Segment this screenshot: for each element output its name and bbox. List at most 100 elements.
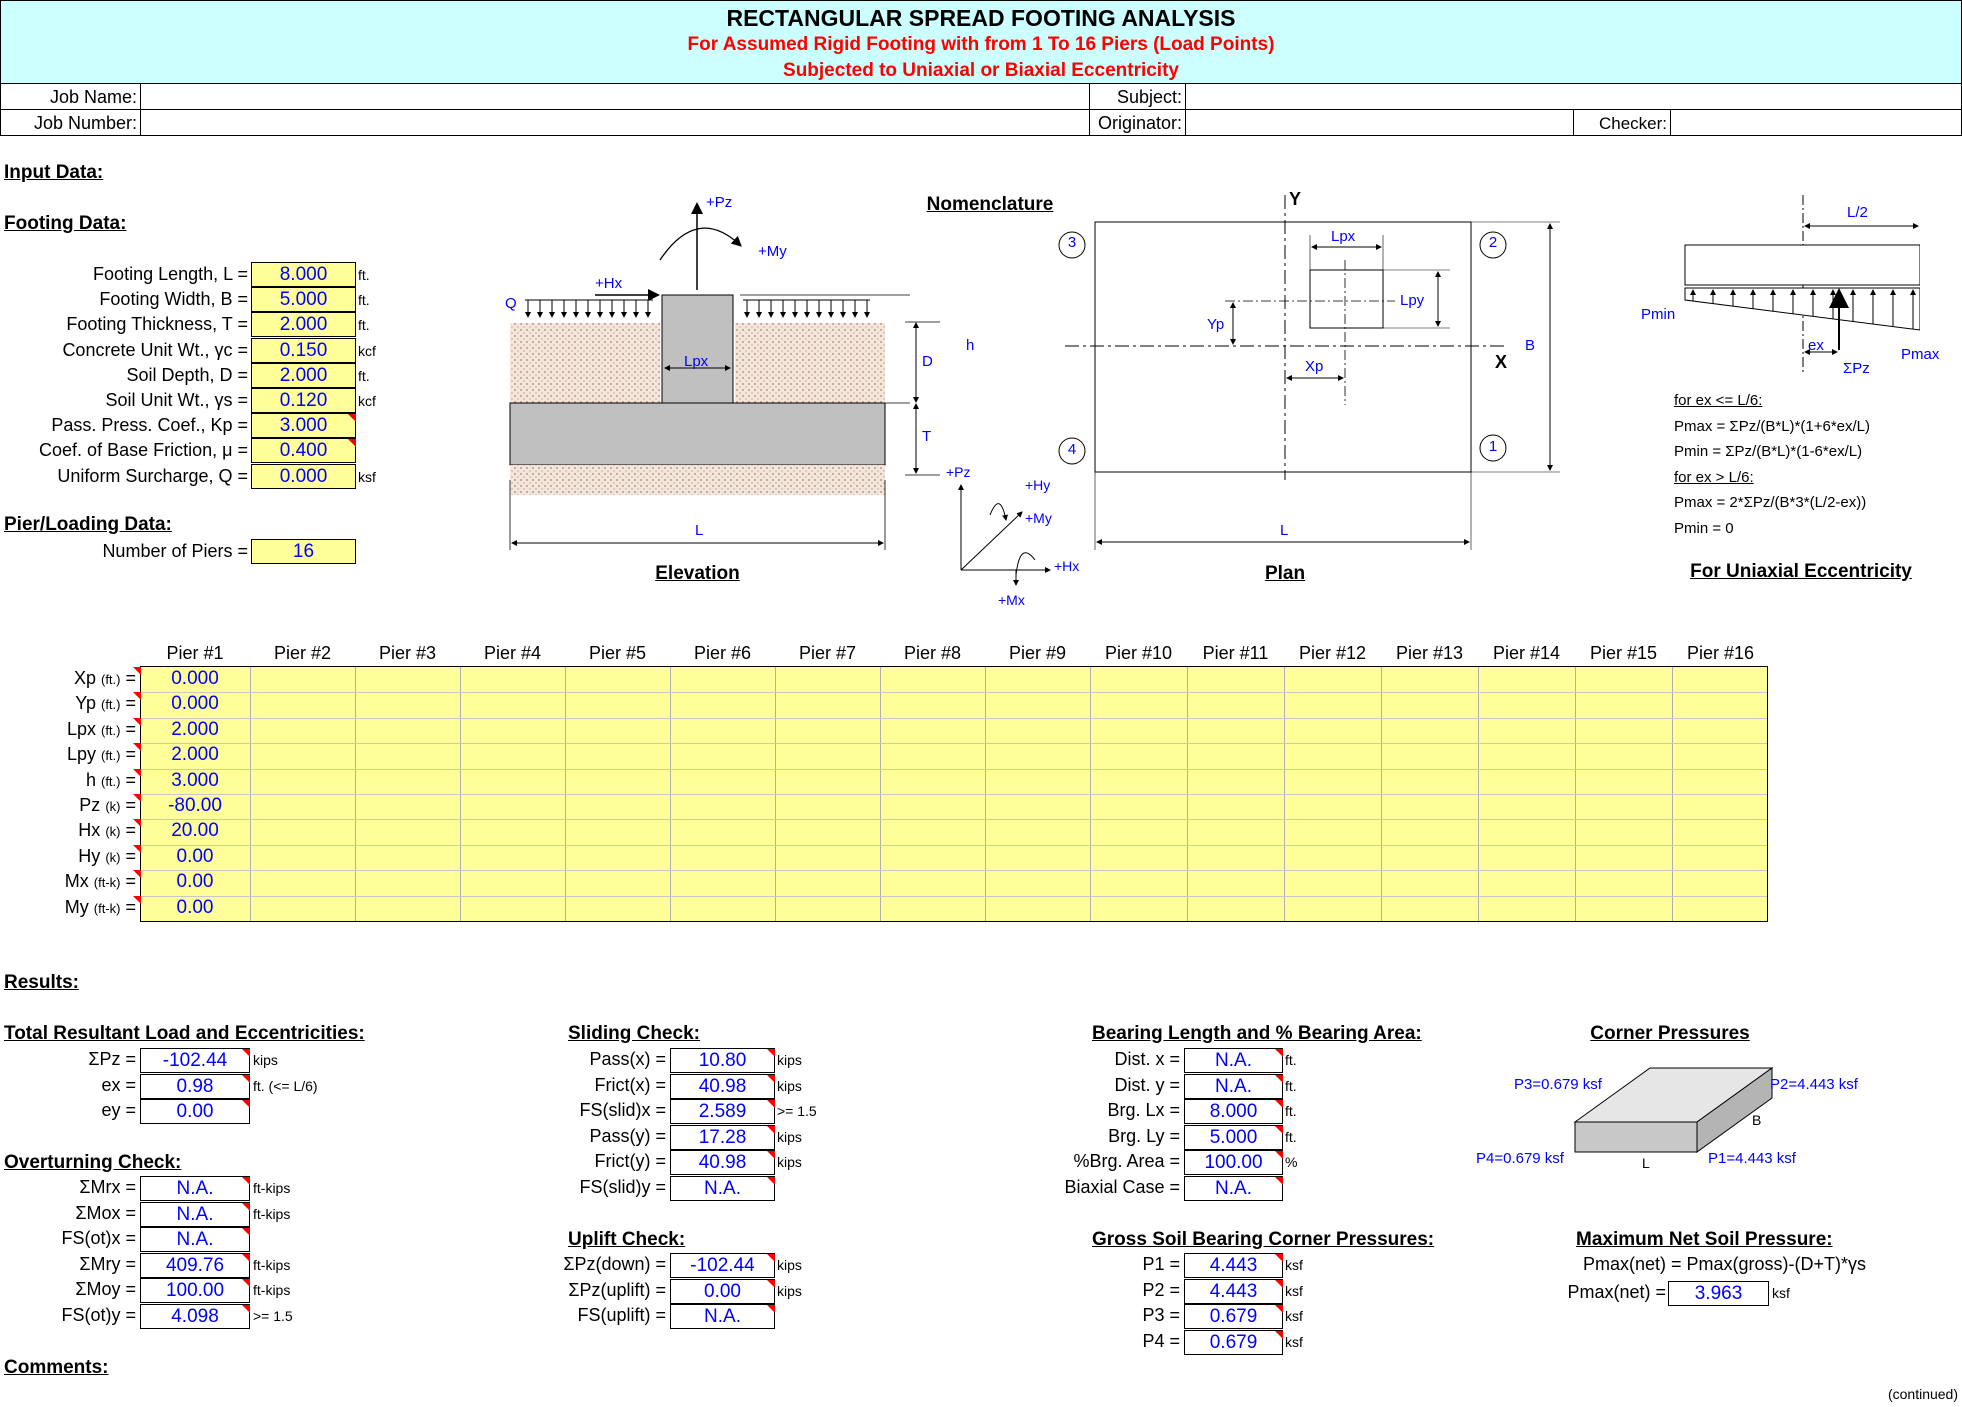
result-label: Frict(x) =	[594, 1074, 667, 1095]
result-value[interactable]: 2.589	[670, 1099, 775, 1125]
result-unit: ksf	[1285, 1257, 1303, 1273]
result-value[interactable]: N.A.	[140, 1201, 250, 1227]
job-number-field[interactable]	[142, 110, 1087, 134]
footing-input[interactable]: 0.150	[251, 337, 356, 363]
result-value[interactable]: -102.44	[140, 1048, 250, 1073]
result-unit: ft-kips	[253, 1180, 291, 1196]
ecc-l2-label: L/2	[1847, 204, 1868, 221]
uplift-heading: Uplift Check:	[568, 1229, 686, 1250]
result-value[interactable]: 0.00	[140, 1099, 250, 1125]
result-label: P4 =	[1142, 1330, 1180, 1351]
comment-indicator	[133, 667, 141, 675]
result-value[interactable]: 0.679	[1184, 1329, 1283, 1355]
axes-my-label: +My	[1025, 510, 1052, 526]
pier-1-value[interactable]: -80.00	[141, 794, 249, 817]
result-unit: ksf	[1285, 1333, 1303, 1350]
result-value[interactable]: 100.00	[1184, 1150, 1283, 1176]
axes-hx-label: +Hx	[1054, 558, 1080, 574]
result-value[interactable]: 409.76	[140, 1252, 250, 1278]
pier-1-value[interactable]: 0.00	[141, 896, 249, 919]
footing-unit: ft.	[358, 292, 370, 309]
comment-indicator	[242, 1279, 250, 1288]
result-value[interactable]: 0.98	[140, 1073, 250, 1099]
result-unit: %	[1285, 1154, 1298, 1171]
result-value[interactable]: 4.098	[140, 1304, 250, 1329]
footing-label: Soil Unit Wt., γs =	[105, 390, 248, 410]
pier-row-name: Lpx	[66, 718, 96, 739]
pier-1-value[interactable]: 2.000	[141, 718, 249, 741]
result-unit: kips	[777, 1282, 802, 1299]
result-value[interactable]: N.A.	[1184, 1176, 1283, 1201]
comment-indicator	[767, 1049, 775, 1057]
comment-indicator	[767, 1279, 775, 1288]
comment-indicator	[767, 1254, 775, 1262]
result-value[interactable]: N.A.	[670, 1176, 775, 1201]
comment-indicator	[767, 1100, 775, 1109]
pier-1-value[interactable]: 2.000	[141, 743, 249, 766]
net-pressure-value[interactable]: 3.963	[1668, 1281, 1769, 1306]
footing-input[interactable]: 2.000	[251, 312, 356, 338]
result-value[interactable]: N.A.	[140, 1227, 250, 1253]
result-label: ΣMrx =	[79, 1177, 136, 1197]
result-value[interactable]: 10.80	[670, 1048, 775, 1073]
pier-row-unit: (k)	[105, 849, 121, 865]
overturning-heading: Overturning Check:	[4, 1152, 182, 1173]
pier-1-value[interactable]: 20.00	[141, 819, 249, 842]
comment-indicator	[767, 1074, 775, 1083]
result-value[interactable]: N.A.	[1184, 1073, 1283, 1099]
net-pressure-formula: Pmax(net) = Pmax(gross)-(D+T)*γs	[1582, 1254, 1866, 1274]
result-value[interactable]: 4.443	[1184, 1253, 1283, 1278]
originator-field[interactable]	[1187, 110, 1571, 134]
result-label: FS(uplift) =	[577, 1305, 666, 1326]
result-value[interactable]: N.A.	[140, 1176, 250, 1201]
pier-1-value[interactable]: 3.000	[141, 769, 249, 792]
pier-row-unit: (ft-k)	[93, 900, 121, 916]
result-unit: kips	[777, 1257, 802, 1273]
footing-input[interactable]: 0.000	[251, 463, 356, 489]
result-label: ΣMry =	[79, 1253, 136, 1274]
corner-pressures-heading: Corner Pressures	[1590, 1023, 1750, 1044]
pier-1-value[interactable]: 0.00	[141, 845, 249, 868]
pier-1-value[interactable]: 0.000	[141, 667, 249, 690]
comment-indicator	[133, 844, 141, 853]
footing-input[interactable]: 2.000	[251, 362, 356, 388]
result-value[interactable]: 5.000	[1184, 1124, 1283, 1150]
comment-indicator	[767, 1151, 775, 1160]
elev-pz-label: +Pz	[706, 194, 733, 211]
elev-q-label: Q	[505, 295, 517, 312]
comment-indicator	[133, 768, 141, 777]
result-label: ΣPz(uplift) =	[568, 1279, 666, 1300]
pier-header: Pier #8	[903, 643, 962, 663]
result-value[interactable]: 40.98	[670, 1073, 775, 1099]
result-label: FS(slid)y =	[579, 1177, 666, 1197]
pier-1-value[interactable]: 0.00	[141, 870, 249, 893]
result-label: Brg. Ly =	[1108, 1125, 1180, 1146]
result-unit: >= 1.5	[253, 1308, 293, 1324]
input-data-heading: Input Data:	[4, 162, 104, 183]
result-value[interactable]: 4.443	[1184, 1278, 1283, 1304]
result-value[interactable]: 17.28	[670, 1124, 775, 1150]
net-pressure-heading: Maximum Net Soil Pressure:	[1576, 1229, 1833, 1250]
result-value[interactable]: 100.00	[140, 1278, 250, 1304]
checker-field[interactable]	[1672, 110, 1959, 134]
pier-row-unit: (k)	[105, 799, 121, 814]
result-value[interactable]: 0.679	[1184, 1304, 1283, 1330]
footing-input[interactable]: 5.000	[251, 287, 356, 313]
footing-input[interactable]: 8.000	[251, 262, 356, 287]
result-value[interactable]: 40.98	[670, 1150, 775, 1176]
result-value[interactable]: 8.000	[1184, 1099, 1283, 1125]
footing-input[interactable]: 3.000	[251, 413, 356, 439]
job-name-field[interactable]	[142, 84, 1087, 108]
comment-indicator	[767, 1125, 775, 1134]
pier-1-value[interactable]: 0.000	[141, 692, 249, 715]
result-value[interactable]: -102.44	[670, 1253, 775, 1278]
footing-label: Footing Thickness, T =	[66, 314, 248, 335]
subject-field[interactable]	[1187, 84, 1959, 108]
result-value[interactable]: 0.00	[670, 1278, 775, 1304]
footing-input[interactable]: 0.120	[251, 388, 356, 413]
num-piers-input[interactable]: 16	[251, 539, 356, 564]
comment-indicator	[133, 819, 141, 828]
footing-input[interactable]: 0.400	[251, 438, 356, 464]
result-value[interactable]: N.A.	[1184, 1048, 1283, 1073]
result-value[interactable]: N.A.	[670, 1304, 775, 1330]
